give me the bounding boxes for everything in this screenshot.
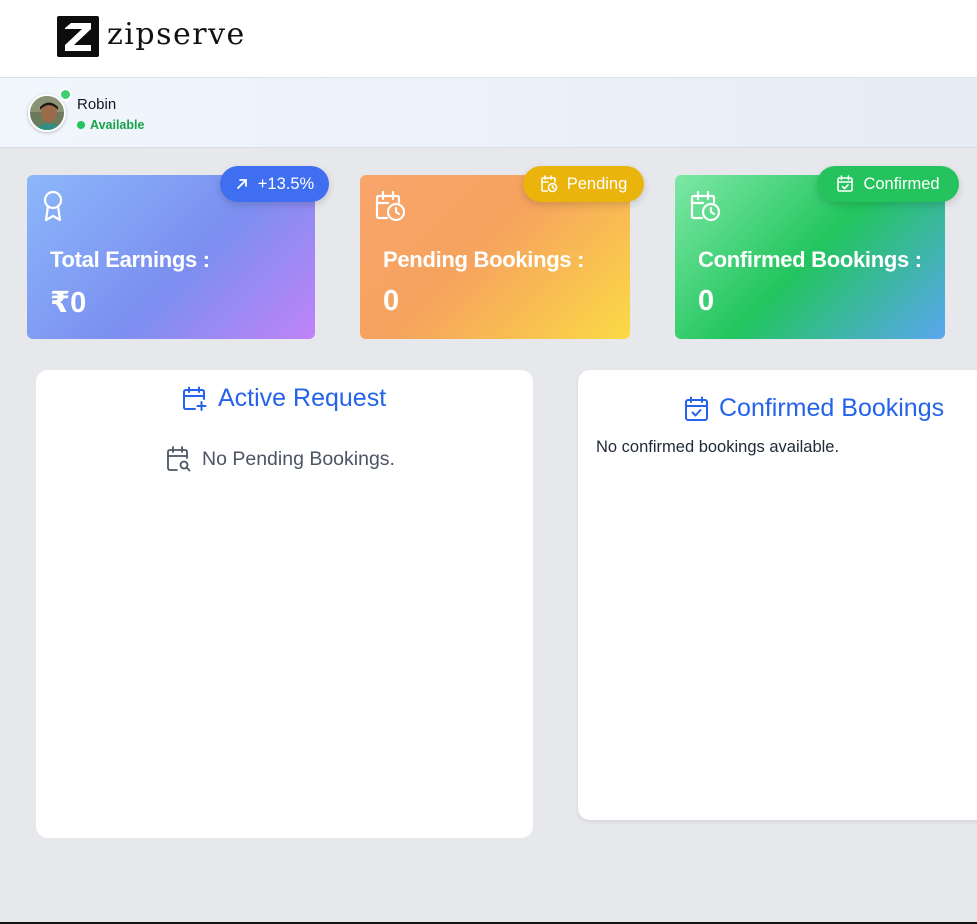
active-request-heading: Active Request — [218, 384, 387, 412]
user-name: Robin — [77, 96, 117, 113]
growth-value: +13.5% — [257, 174, 315, 193]
active-request-title: Active Request — [182, 384, 386, 413]
user-bar: Robin Available — [0, 78, 977, 148]
z-logo-icon — [57, 16, 99, 57]
active-request-panel: Active Request No Pending Bookings. — [36, 370, 533, 838]
earnings-growth-badge: +13.5% — [220, 166, 329, 202]
confirmed-bookings-heading: Confirmed Bookings — [719, 394, 945, 422]
confirmed-badge-label: Confirmed — [863, 174, 940, 193]
pending-value: 0 — [383, 285, 400, 317]
confirmed-status-badge: Confirmed — [817, 166, 959, 202]
calendar-plus-icon — [183, 386, 207, 411]
arrow-up-right-icon — [236, 179, 247, 189]
status-dot — [77, 121, 85, 129]
calendar-check-icon — [685, 396, 708, 421]
confirmed-empty-text: No confirmed bookings available. — [596, 438, 840, 456]
avatar-image — [30, 96, 64, 130]
brand-name: zipserve — [107, 17, 246, 52]
confirmed-bookings-title: Confirmed Bookings — [684, 394, 944, 423]
calendar-clock-icon — [375, 190, 406, 222]
status-label: Available — [90, 118, 145, 132]
top-header: zipserve — [0, 0, 977, 78]
brand-logo[interactable]: zipserve — [57, 16, 246, 57]
earnings-value: ₹0 — [50, 287, 87, 319]
avatar[interactable] — [28, 94, 66, 132]
award-icon — [43, 190, 63, 222]
confirmed-label: Confirmed Bookings : — [698, 247, 922, 272]
calendar-clock-icon — [690, 190, 721, 222]
confirmed-value: 0 — [698, 285, 715, 317]
calendar-check-icon — [837, 175, 854, 192]
earnings-label: Total Earnings : — [50, 247, 210, 272]
calendar-search-icon — [167, 446, 191, 472]
user-status: Available — [77, 118, 144, 132]
pending-label: Pending Bookings : — [383, 247, 585, 272]
pending-badge-label: Pending — [566, 174, 628, 193]
online-indicator — [59, 88, 72, 101]
pending-status-badge: Pending — [523, 166, 644, 202]
empty-state: No Pending Bookings. — [166, 445, 395, 473]
confirmed-bookings-panel: Confirmed Bookings No confirmed bookings… — [578, 370, 977, 820]
calendar-clock-icon — [540, 175, 558, 193]
empty-state-text: No Pending Bookings. — [202, 447, 395, 470]
